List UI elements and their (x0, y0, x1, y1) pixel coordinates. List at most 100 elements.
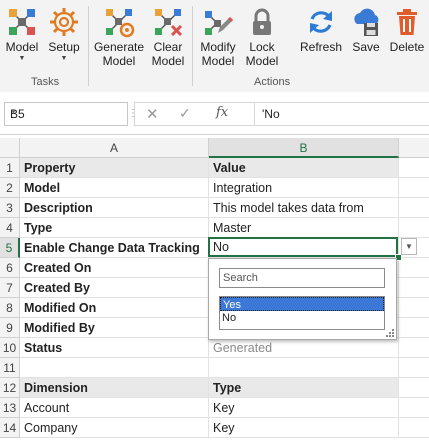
table-row: 11 (0, 358, 429, 378)
value-dropdown-popup: Yes No (208, 258, 397, 340)
cell-c13[interactable] (399, 398, 429, 418)
row-header[interactable]: 3 (0, 198, 20, 218)
group-label-tasks: Tasks (31, 76, 60, 88)
enter-check-icon[interactable]: ✓ (179, 105, 191, 122)
generate-model-button[interactable]: Generate Model (92, 2, 146, 72)
cell-b13[interactable]: Key (209, 398, 399, 418)
column-header-a[interactable]: A (20, 138, 209, 158)
cell-b12[interactable]: Type (209, 378, 399, 398)
cell-a13[interactable]: Account (20, 398, 209, 418)
cell-b11[interactable] (209, 358, 399, 378)
save-button[interactable]: Save (346, 2, 386, 72)
row-header[interactable]: 6 (0, 258, 20, 278)
row-header[interactable]: 11 (0, 358, 20, 378)
row-header[interactable]: 8 (0, 298, 20, 318)
cell-c14[interactable] (399, 418, 429, 438)
cell-c11[interactable] (399, 358, 429, 378)
generate-label-line1: Generate (93, 40, 145, 54)
row-header[interactable]: 9 (0, 318, 20, 338)
refresh-icon (305, 6, 337, 38)
cell-b10[interactable]: Generated (209, 338, 399, 358)
ribbon-separator (192, 6, 193, 86)
cell-a5[interactable]: Enable Change Data Tracking (20, 238, 209, 258)
chevron-down-icon: ▼ (405, 242, 413, 251)
cell-a11[interactable] (20, 358, 209, 378)
cell-b4[interactable]: Master (209, 218, 399, 238)
cell-c3[interactable] (399, 198, 429, 218)
cell-c2[interactable] (399, 178, 429, 198)
setup-button[interactable]: Setup ▼ (44, 2, 84, 72)
table-row: 14 Company Key (0, 418, 429, 438)
lock-label-line2: Model (245, 54, 279, 68)
cell-a12[interactable]: Dimension (20, 378, 209, 398)
option-no[interactable]: No (220, 311, 384, 325)
model-button[interactable]: Model ▼ (2, 2, 42, 72)
search-input[interactable] (219, 268, 385, 288)
row-header[interactable]: 1 (0, 158, 20, 178)
modify-label-line1: Modify (200, 40, 236, 54)
modify-model-icon (202, 6, 234, 38)
table-row: 3 Description This model takes data from (0, 198, 429, 218)
column-header-c[interactable] (399, 138, 429, 158)
model-label: Model (5, 40, 39, 54)
column-header-b[interactable]: B (209, 138, 399, 158)
cell-c10[interactable] (399, 338, 429, 358)
cell-b1[interactable]: Value (209, 158, 399, 178)
cancel-icon[interactable]: ✕ (146, 105, 159, 123)
insert-function-icon[interactable]: fx (216, 105, 228, 120)
resize-grip-icon[interactable] (385, 328, 394, 337)
cell-a10[interactable]: Status (20, 338, 209, 358)
cell-c4[interactable] (399, 218, 429, 238)
cell-a7[interactable]: Created By (20, 278, 209, 298)
active-cell-b5[interactable]: No (208, 237, 398, 257)
cloud-save-icon (350, 6, 382, 38)
cell-a9[interactable]: Modified By (20, 318, 209, 338)
cell-a3[interactable]: Description (20, 198, 209, 218)
cell-c1[interactable] (399, 158, 429, 178)
cell-a14[interactable]: Company (20, 418, 209, 438)
chevron-down-icon: ▼ (60, 55, 68, 62)
ribbon-separator (88, 6, 89, 86)
name-box[interactable]: B5 ▼ (4, 102, 128, 126)
cell-a8[interactable]: Modified On (20, 298, 209, 318)
trash-icon (391, 6, 423, 38)
row-header[interactable]: 2 (0, 178, 20, 198)
table-row: 4 Type Master (0, 218, 429, 238)
row-header[interactable]: 13 (0, 398, 20, 418)
option-list[interactable]: Yes No (219, 296, 385, 330)
row-header[interactable]: 7 (0, 278, 20, 298)
delete-button[interactable]: Delete (388, 2, 426, 72)
cell-c8[interactable] (399, 298, 429, 318)
chevron-down-icon[interactable]: ▼ (10, 109, 123, 116)
row-header[interactable]: 10 (0, 338, 20, 358)
cell-c6[interactable] (399, 258, 429, 278)
row-header[interactable]: 14 (0, 418, 20, 438)
cell-a1[interactable]: Property (20, 158, 209, 178)
clear-model-button[interactable]: Clear Model (148, 2, 188, 72)
cell-a6[interactable]: Created On (20, 258, 209, 278)
table-row: 13 Account Key (0, 398, 429, 418)
cell-c9[interactable] (399, 318, 429, 338)
row-header[interactable]: 4 (0, 218, 20, 238)
table-row: 2 Model Integration (0, 178, 429, 198)
option-yes[interactable]: Yes (220, 297, 384, 311)
cell-c7[interactable] (399, 278, 429, 298)
row-header[interactable]: 5 (0, 238, 20, 258)
cell-b14[interactable]: Key (209, 418, 399, 438)
refresh-button[interactable]: Refresh (298, 2, 344, 72)
cell-c12[interactable] (399, 378, 429, 398)
cell-dropdown-button[interactable]: ▼ (401, 238, 417, 255)
generate-model-icon (103, 6, 135, 38)
cell-a2[interactable]: Model (20, 178, 209, 198)
cell-b2[interactable]: Integration (209, 178, 399, 198)
modify-model-button[interactable]: Modify Model (196, 2, 240, 72)
refresh-label: Refresh (299, 40, 343, 54)
lock-model-button[interactable]: Lock Model (242, 2, 282, 72)
model-icon (6, 6, 38, 38)
formula-input[interactable]: 'No (254, 102, 429, 126)
select-all-corner[interactable] (0, 138, 20, 158)
gear-icon (48, 6, 80, 38)
cell-b3[interactable]: This model takes data from (209, 198, 399, 218)
row-header[interactable]: 12 (0, 378, 20, 398)
cell-a4[interactable]: Type (20, 218, 209, 238)
